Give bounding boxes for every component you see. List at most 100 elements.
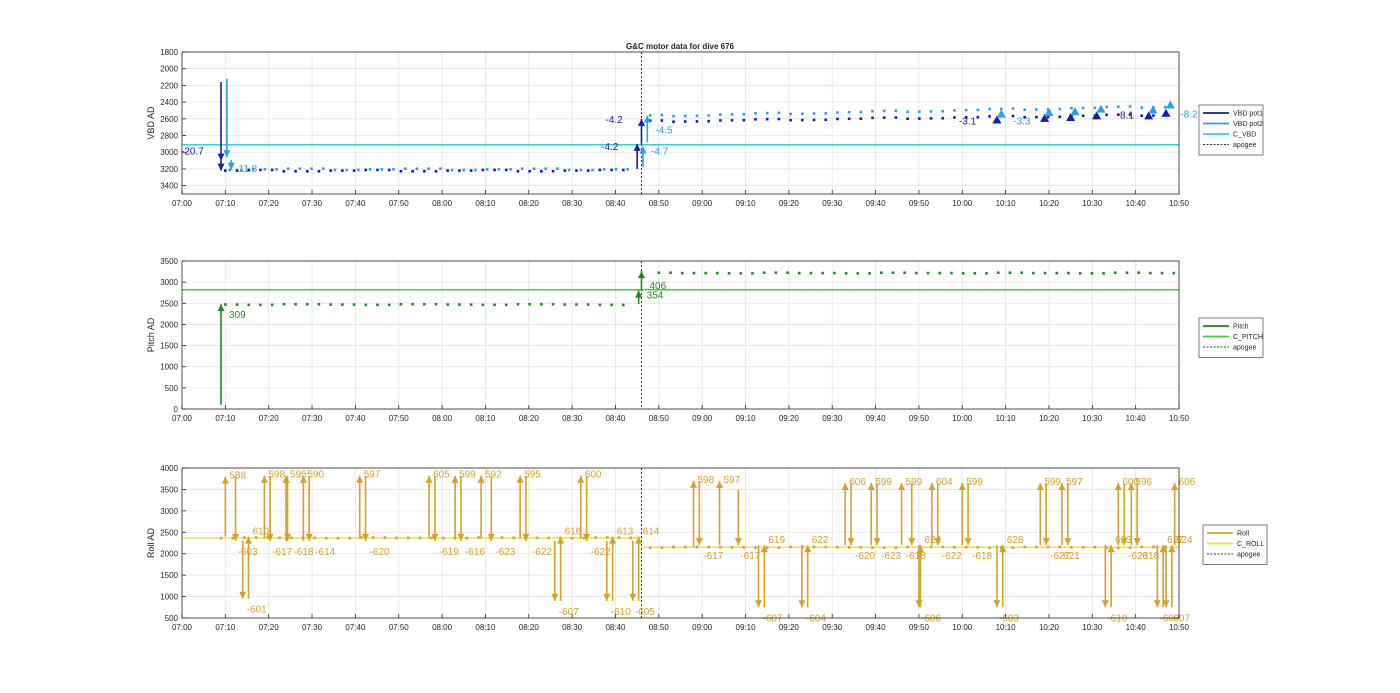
series-point-pitch: [317, 302, 321, 306]
x-tick-label: 08:30: [562, 414, 583, 423]
series-point-vbd-pot2: [520, 167, 524, 170]
series-point-vbd-pot2: [660, 113, 664, 117]
series-point-vbd-pot1: [683, 120, 687, 123]
series-point-roll: [730, 545, 734, 549]
series-point-vbd-pot1: [352, 169, 356, 172]
series-point-pitch: [1020, 271, 1023, 275]
series-point-vbd-pot2: [894, 109, 898, 113]
arrow-label: 610: [253, 527, 270, 538]
series-point-vbd-pot1: [341, 169, 344, 172]
x-tick-label: 07:10: [215, 623, 236, 632]
series-point-vbd-pot1: [493, 168, 496, 172]
legend-label: C_PITCH: [1233, 334, 1263, 341]
series-point-pitch: [680, 271, 684, 275]
arrow-label: 406: [649, 281, 666, 292]
x-tick-label: 08:30: [562, 199, 583, 208]
series-point-vbd-pot1: [621, 168, 625, 172]
series-point-vbd-pot2: [310, 167, 313, 170]
series-point-vbd-pot2: [847, 110, 851, 114]
x-tick-label: 10:00: [952, 414, 973, 423]
series-point-vbd-pot2: [1140, 106, 1144, 109]
series-point-vbd-pot1: [469, 169, 473, 172]
series-point-vbd-pot1: [598, 168, 602, 172]
series-point-roll: [594, 536, 597, 539]
y-tick-label: 1000: [160, 363, 178, 372]
series-point-roll: [383, 536, 387, 539]
arrow-label: 309: [229, 310, 246, 321]
series-point-pitch: [692, 271, 696, 275]
series-point-roll: [648, 546, 652, 549]
series-point-roll: [777, 546, 781, 549]
series-point-roll: [836, 545, 839, 549]
series-point-pitch: [797, 271, 801, 275]
series-point-pitch: [1102, 272, 1105, 275]
series-point-pitch: [1078, 272, 1082, 275]
series-point-pitch: [364, 303, 368, 307]
y-tick-label: 3500: [160, 485, 178, 494]
series-point-pitch: [786, 271, 789, 275]
y-tick-label: 3200: [160, 165, 178, 174]
arrow-label: -4.5: [655, 125, 673, 136]
series-point-vbd-pot1: [1035, 115, 1038, 119]
series-point-roll: [336, 536, 340, 540]
x-tick-label: 10:20: [1039, 623, 1060, 632]
series-point-pitch: [996, 271, 1000, 275]
y-tick-label: 3000: [160, 278, 178, 287]
series-point-vbd-pot1: [458, 169, 461, 172]
arrow-label: -623: [881, 551, 901, 562]
series-point-pitch: [411, 302, 414, 306]
series-point-vbd-pot1: [789, 118, 792, 122]
series-point-roll: [765, 546, 769, 549]
series-point-roll: [672, 545, 675, 549]
series-point-pitch: [259, 303, 262, 307]
series-point-vbd-pot1: [707, 119, 710, 123]
arrow-label: -4.7: [651, 146, 669, 157]
marker-label: -8.1: [1117, 110, 1135, 121]
series-point-vbd-pot1: [387, 168, 391, 172]
series-point-pitch: [926, 271, 930, 275]
series-point-pitch: [751, 272, 754, 275]
x-tick-label: 09:40: [866, 623, 887, 632]
series-point-vbd-pot2: [263, 168, 267, 171]
series-point-vbd-pot2: [602, 168, 606, 171]
y-tick-label: 3400: [160, 182, 178, 191]
series-point-vbd-pot2: [929, 110, 933, 113]
series-point-vbd-pot1: [812, 118, 816, 122]
series-point-roll: [988, 546, 991, 549]
arrow-label: 613: [617, 527, 634, 538]
series-point-vbd-pot2: [333, 168, 337, 172]
series-point-vbd-pot1: [941, 116, 945, 120]
x-tick-label: 10:50: [1169, 414, 1190, 423]
series-point-vbd-pot2: [1058, 107, 1062, 111]
series-point-pitch: [833, 271, 836, 275]
series-point-vbd-pot2: [614, 168, 618, 171]
x-tick-label: 10:20: [1039, 414, 1060, 423]
series-point-pitch: [657, 271, 661, 275]
y-tick-label: 3500: [160, 257, 178, 266]
series-point-pitch: [247, 303, 251, 307]
series-point-vbd-pot2: [836, 111, 839, 114]
series-point-roll: [477, 536, 480, 539]
series-point-vbd-pot1: [836, 117, 839, 121]
plot-panels: -20.7-11.8-4.2 -4.7-4.2-4.5-3.1 -3.3-8.1 -8…: [146, 48, 1268, 632]
x-tick-label: 10:40: [1126, 199, 1147, 208]
series-point-roll: [313, 536, 316, 540]
chart-panel-2: 309 354406 0 500 1000 1500 2000 2500 3000 3500 07:…: [146, 257, 1264, 423]
x-tick-label: 08:30: [562, 623, 583, 632]
x-tick-label: 07:00: [172, 623, 193, 632]
legend-label: Pitch: [1233, 324, 1249, 331]
series-point-pitch: [1149, 271, 1152, 275]
series-point-roll: [941, 545, 945, 549]
series-point-vbd-pot2: [485, 168, 489, 171]
series-point-pitch: [586, 303, 590, 306]
series-point-pitch: [458, 303, 461, 306]
series-point-vbd-pot2: [532, 167, 536, 170]
series-point-vbd-pot2: [648, 113, 652, 117]
series-point-vbd-pot2: [497, 168, 501, 171]
series-point-pitch: [739, 272, 743, 275]
series-point-vbd-pot2: [812, 112, 816, 115]
y-axis-label: Roll AD: [146, 527, 156, 558]
x-tick-label: 10:50: [1169, 199, 1190, 208]
y-axis-label: Pitch AD: [146, 317, 156, 352]
x-tick-label: 08:00: [432, 199, 453, 208]
